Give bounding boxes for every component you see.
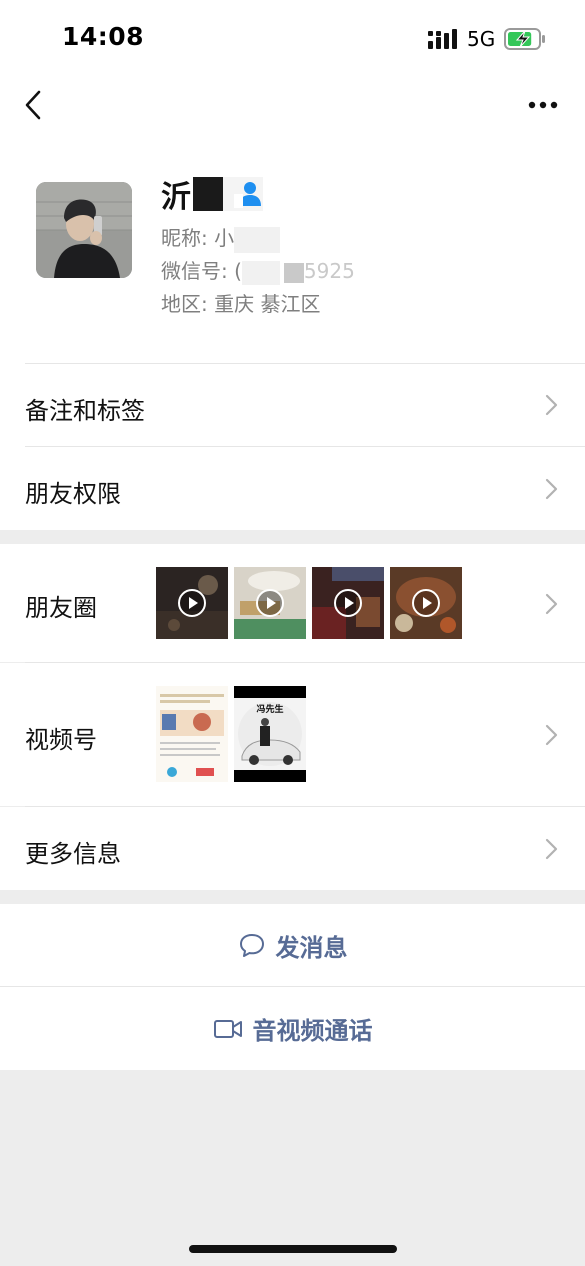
wechat-id-value: ( <box>234 259 242 283</box>
contact-profile-page: 14:08 5G 沂 昵称: 小 微信号: (5925 地区: 重庆 綦江区 … <box>0 0 585 1266</box>
status-bar: 14:08 5G <box>0 0 585 78</box>
moments-thumbnail <box>312 567 384 639</box>
moments-thumbnail <box>234 567 306 639</box>
avatar[interactable] <box>36 182 132 278</box>
wechat-id-suffix: 5925 <box>303 259 355 283</box>
remark-tags-label: 备注和标签 <box>25 397 145 425</box>
wechat-id-line: 微信号: (5925 <box>161 255 355 285</box>
profile-card: 沂 昵称: 小 微信号: (5925 地区: 重庆 綦江区 <box>0 160 585 340</box>
region-line: 地区: 重庆 綦江区 <box>161 288 320 317</box>
poster-title: 冯先生 <box>256 705 284 715</box>
play-icon <box>256 589 284 617</box>
cellular-signal-icon <box>428 29 457 49</box>
more-info-row[interactable]: 更多信息 <box>0 807 585 890</box>
redaction-block <box>283 262 304 283</box>
moments-row[interactable]: 朋友圈 <box>0 544 585 662</box>
channels-label: 视频号 <box>25 726 97 754</box>
chevron-right-icon <box>545 394 558 416</box>
video-call-button[interactable]: 音视频通话 <box>0 987 585 1070</box>
nav-bar <box>0 78 585 138</box>
chevron-right-icon <box>545 593 558 615</box>
network-type: 5G <box>467 27 496 51</box>
moments-label: 朋友圈 <box>25 594 97 622</box>
redaction-block <box>241 260 280 285</box>
ellipsis-icon <box>528 101 558 109</box>
channels-poster-thumbnail <box>156 686 228 782</box>
redaction-block <box>193 177 223 211</box>
send-message-button[interactable]: 发消息 <box>0 904 585 986</box>
send-message-label: 发消息 <box>275 933 348 962</box>
region-label: 地区: <box>161 292 208 316</box>
nickname-line: 昵称: 小 <box>161 222 281 253</box>
contact-person-icon <box>234 182 261 208</box>
chevron-right-icon <box>545 478 558 500</box>
play-icon <box>412 589 440 617</box>
channels-car-thumbnail <box>234 686 306 782</box>
moments-thumbnail <box>156 567 228 639</box>
chat-bubble-icon <box>239 934 264 957</box>
video-camera-icon <box>213 1019 242 1038</box>
battery-charging-icon <box>504 28 545 50</box>
play-icon <box>334 589 362 617</box>
chevron-right-icon <box>545 838 558 860</box>
video-call-content: 音视频通话 <box>0 987 585 1070</box>
chevron-right-icon <box>545 724 558 746</box>
status-time: 14:08 <box>62 22 145 51</box>
channels-row[interactable]: 视频号 冯先生 <box>0 663 585 806</box>
nickname-label: 昵称: <box>161 226 208 250</box>
profile-header-area: 14:08 5G 沂 昵称: 小 微信号: (5925 地区: 重庆 綦江区 … <box>0 0 585 530</box>
video-call-label: 音视频通话 <box>252 1017 373 1045</box>
channels-thumbnail <box>156 686 228 782</box>
back-button[interactable] <box>18 88 48 122</box>
avatar-photo <box>36 182 132 278</box>
channels-thumbnail: 冯先生 <box>234 686 306 782</box>
more-info-label: 更多信息 <box>25 840 121 868</box>
redaction-block <box>234 226 281 253</box>
send-message-content: 发消息 <box>0 904 585 986</box>
home-indicator[interactable] <box>189 1245 397 1253</box>
region-value: 重庆 綦江区 <box>214 292 321 316</box>
wechat-id-label: 微信号: <box>161 259 228 283</box>
moments-thumbnail <box>390 567 462 639</box>
friend-permissions-label: 朋友权限 <box>25 480 121 508</box>
friend-permissions-row[interactable]: 朋友权限 <box>0 447 585 530</box>
nickname-value: 小 <box>214 226 235 250</box>
remark-tags-row[interactable]: 备注和标签 <box>0 364 585 446</box>
play-icon <box>178 589 206 617</box>
more-options-button[interactable] <box>522 90 564 120</box>
chevron-left-icon <box>25 90 41 120</box>
display-name: 沂 <box>161 180 191 215</box>
